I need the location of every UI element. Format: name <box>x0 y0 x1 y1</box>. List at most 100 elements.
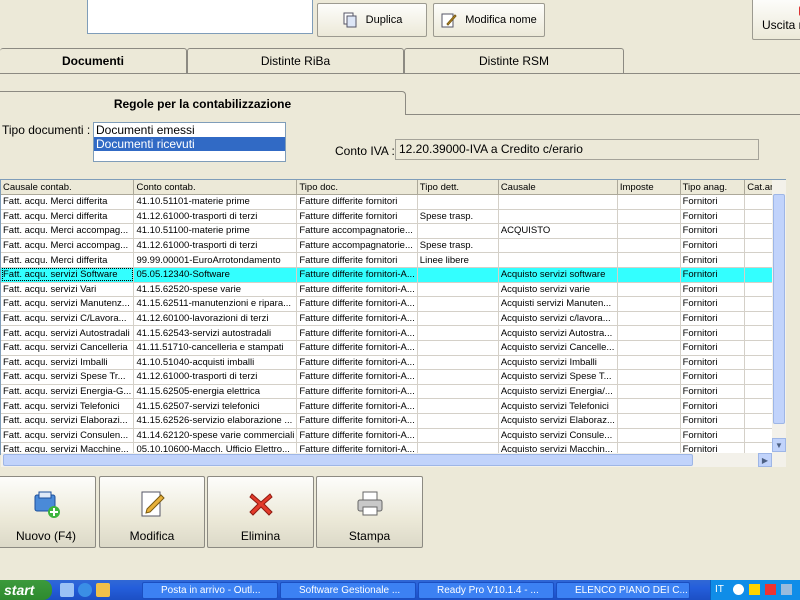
table-cell: 99.99.00001-EuroArrotondamento <box>133 252 298 268</box>
table-row[interactable]: Fatt. acqu. servizi Energia-G... 41.15.62… <box>1 384 785 400</box>
table-cell: Fatt. acqu. Merci accompag... <box>1 223 135 239</box>
task-elenco-piano[interactable]: ELENCO PIANO DEI C... <box>556 582 690 599</box>
nuovo-button[interactable]: Nuovo (F4) <box>0 476 96 548</box>
table-cell: 05.05.12340-Software <box>133 267 298 283</box>
table-cell: Fornitori <box>680 282 746 298</box>
table-cell <box>617 369 681 385</box>
task-posta[interactable]: Posta in arrivo - Outl... <box>142 582 278 599</box>
table-cell <box>617 384 681 400</box>
table-cell: Fatt. acqu. Merci differita <box>1 252 135 268</box>
table-cell: Acquisto servizi Energia/... <box>498 384 618 400</box>
tab-regole-contabilizzazione[interactable]: Regole per la contabilizzazione <box>0 91 406 115</box>
table-cell: Fornitori <box>680 252 746 268</box>
scroll-down-icon[interactable]: ▼ <box>772 438 786 452</box>
table-row[interactable]: Fatt. acqu. servizi Software 05.05.12340-… <box>1 267 785 283</box>
table-cell <box>498 238 618 254</box>
table-cell: Acquisto servizi Telefonici <box>498 398 618 414</box>
table-cell: Fatt. acqu. servizi Manutenz... <box>1 296 135 312</box>
scroll-right-icon[interactable]: ▶ <box>758 453 772 467</box>
table-row[interactable]: Fatt. acqu. Merci differita 41.10.51101-m… <box>1 194 785 210</box>
table-cell: Fornitori <box>680 311 746 327</box>
table-row[interactable]: Fatt. acqu. servizi Spese Tr... 41.12.610… <box>1 369 785 385</box>
table-row[interactable]: Fatt. acqu. Merci differita 99.99.00001-E… <box>1 252 785 268</box>
description-textarea[interactable] <box>87 0 313 34</box>
table-cell: Fornitori <box>680 267 746 283</box>
table-row[interactable]: Fatt. acqu. servizi Consulen... 41.14.621… <box>1 428 785 444</box>
table-cell: 41.11.51710-cancelleria e stampati <box>133 340 298 356</box>
table-cell: Fatt. acqu. Merci differita <box>1 194 135 210</box>
table-cell: 41.12.61000-trasporti di terzi <box>133 209 298 225</box>
network-icon[interactable] <box>781 584 792 595</box>
table-cell: 41.14.62120-spese varie commerciali <box>133 428 298 444</box>
column-header[interactable]: Causale <box>498 180 618 195</box>
table-cell: Fatture differite fornitori-A... <box>296 384 418 400</box>
column-header[interactable]: Conto contab. <box>133 180 298 195</box>
mail-icon[interactable] <box>96 583 110 597</box>
option-documenti-ricevuti[interactable]: Documenti ricevuti <box>94 137 285 151</box>
table-cell <box>498 252 618 268</box>
table-row[interactable]: Fatt. acqu. servizi Telefonici 41.15.6250… <box>1 398 785 414</box>
help-icon[interactable] <box>733 584 744 595</box>
horizontal-scrollbar[interactable]: ▶ <box>1 453 786 467</box>
table-cell: Fatture differite fornitori <box>296 209 418 225</box>
task-ready-pro[interactable]: Ready Pro V10.1.4 - ... <box>418 582 554 599</box>
task-software-gestionale[interactable]: Software Gestionale ... <box>280 582 416 599</box>
tab-documenti[interactable]: Documenti <box>0 48 187 73</box>
table-row[interactable]: Fatt. acqu. servizi Autostradali 41.15.62… <box>1 325 785 341</box>
table-row[interactable]: Fatt. acqu. servizi Elaborazi... 41.15.62… <box>1 413 785 429</box>
table-cell: Fatt. acqu. servizi Energia-G... <box>1 384 135 400</box>
column-header[interactable]: Causale contab. <box>1 180 135 195</box>
option-documenti-emessi[interactable]: Documenti emessi <box>94 123 285 137</box>
table-cell: Fatt. acqu. servizi Telefonici <box>1 398 135 414</box>
table-cell: Fatt. acqu. servizi Software <box>1 267 135 283</box>
table-cell: Fornitori <box>680 223 746 239</box>
table-cell: Acquisto servizi Elaboraz... <box>498 413 618 429</box>
table-cell: Fornitori <box>680 209 746 225</box>
table-cell: Fatture differite fornitori-A... <box>296 369 418 385</box>
table-row[interactable]: Fatt. acqu. servizi Cancelleria 41.11.517… <box>1 340 785 356</box>
printer-icon <box>357 491 382 516</box>
table-cell: Acquisto servizi Autostra... <box>498 325 618 341</box>
table-cell: 41.15.62520-spese varie <box>133 282 298 298</box>
column-header[interactable]: Tipo dett. <box>417 180 499 195</box>
table-row[interactable]: Fatt. acqu. servizi Vari 41.15.62520-spes… <box>1 282 785 298</box>
rules-grid: Causale contab. Conto contab. Tipo doc. Tip… <box>0 179 786 455</box>
tipo-documenti-listbox[interactable]: Documenti emessi Documenti ricevuti <box>93 122 286 162</box>
duplica-button[interactable]: Duplica <box>317 3 427 37</box>
tab-distinte-rsm[interactable]: Distinte RSM <box>404 48 624 73</box>
modifica-button[interactable]: Modifica <box>99 476 205 548</box>
table-cell: 41.15.62507-servizi telefonici <box>133 398 298 414</box>
tab-distinte-riba[interactable]: Distinte RiBa <box>187 48 404 73</box>
antivirus-icon[interactable] <box>765 584 776 595</box>
desktop-icon[interactable] <box>60 583 74 597</box>
uscita-label: Uscita r <box>762 18 800 32</box>
column-header[interactable]: Tipo anag. <box>680 180 746 195</box>
column-header[interactable]: Imposte <box>617 180 681 195</box>
edit-icon <box>441 12 457 28</box>
elimina-button[interactable]: Elimina <box>207 476 314 548</box>
table-row[interactable]: Fatt. acqu. servizi Imballi 41.10.51040-a… <box>1 355 785 371</box>
table-row[interactable]: Fatt. acqu. servizi C/Lavora... 41.12.601… <box>1 311 785 327</box>
table-row[interactable]: Fatt. acqu. Merci accompag... 41.10.51100… <box>1 223 785 239</box>
vertical-scrollbar[interactable]: ▼ <box>772 180 786 453</box>
conto-iva-field[interactable]: 12.20.39000-IVA a Credito c/erario <box>395 139 759 160</box>
shield-icon[interactable] <box>749 584 760 595</box>
modifica-nome-button[interactable]: Modifica nome <box>433 3 545 37</box>
table-cell: Fornitori <box>680 296 746 312</box>
table-row[interactable]: Fatt. acqu. Merci differita 41.12.61000-t… <box>1 209 785 225</box>
ie-icon[interactable] <box>78 583 92 597</box>
table-row[interactable]: Fatt. acqu. Merci accompag... 41.12.61000… <box>1 238 785 254</box>
table-cell <box>417 325 499 341</box>
table-cell: Fornitori <box>680 325 746 341</box>
uscita-button[interactable]: Uscita r <box>752 0 800 40</box>
stampa-button[interactable]: Stampa <box>316 476 423 548</box>
table-cell <box>417 384 499 400</box>
start-button[interactable]: start <box>0 580 52 600</box>
subtab-divider <box>406 114 800 115</box>
language-indicator[interactable]: IT <box>715 584 724 595</box>
table-row[interactable]: Fatt. acqu. servizi Manutenz... 41.15.625… <box>1 296 785 312</box>
vertical-scroll-thumb[interactable] <box>773 194 785 424</box>
column-header[interactable]: Tipo doc. <box>296 180 418 195</box>
table-cell <box>617 223 681 239</box>
horizontal-scroll-thumb[interactable] <box>3 454 693 466</box>
